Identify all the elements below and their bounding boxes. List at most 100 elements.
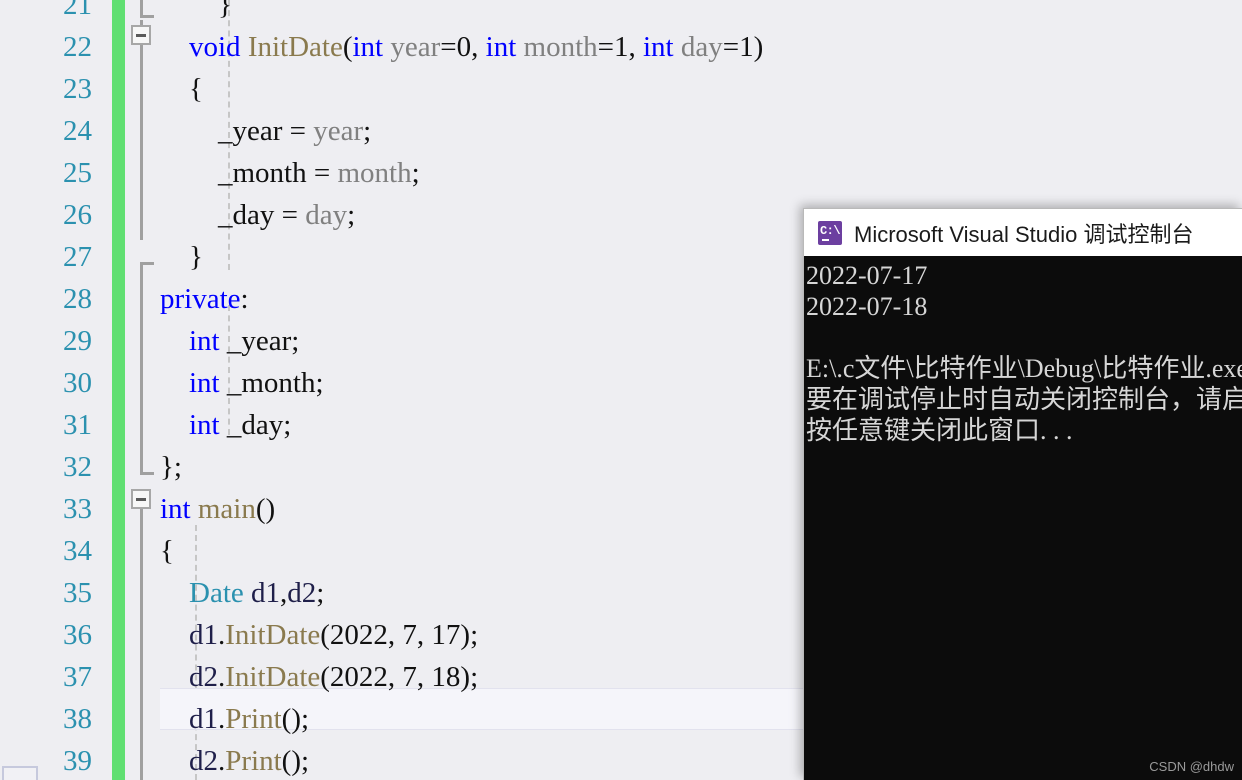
line-number: 28 [63, 283, 92, 315]
code-line[interactable]: _day = day; [160, 194, 355, 236]
outline-spine-method [140, 20, 143, 240]
code-line[interactable]: } [160, 0, 232, 26]
line-number: 31 [63, 409, 92, 441]
code-token: _year [218, 115, 283, 147]
code-token: day [305, 199, 348, 231]
console-output: 2022-07-17 2022-07-18 E:\.c文件\比特作业\Debug\… [804, 256, 1242, 780]
debug-console-window[interactable]: C:\ Microsoft Visual Studio 调试控制台 2022-0… [803, 208, 1242, 780]
line-number: 37 [63, 661, 92, 693]
collapse-toggle-line-33[interactable] [131, 489, 151, 509]
code-line[interactable]: Date d1,d2; [160, 572, 324, 614]
line-number: 30 [63, 367, 92, 399]
code-token: main [197, 493, 256, 525]
code-token: int [189, 409, 220, 441]
command-prompt-icon: C:\ [818, 220, 842, 245]
code-token: { [160, 73, 203, 105]
line-number: 38 [63, 703, 92, 735]
collapse-toggle-line-22[interactable] [131, 25, 151, 45]
console-title: Microsoft Visual Studio 调试控制台 [854, 221, 1194, 247]
code-line[interactable]: d2.Print(); [160, 740, 309, 780]
code-token: = [274, 199, 306, 231]
code-token: _year; [219, 325, 300, 357]
outline-spine-main [140, 508, 143, 780]
code-line[interactable]: { [160, 68, 203, 110]
code-token: } [160, 241, 203, 273]
code-token: } [160, 0, 232, 21]
code-token: () [255, 493, 276, 525]
code-token: month [523, 31, 598, 63]
code-token: _day; [219, 409, 292, 441]
code-line[interactable]: _year = year; [160, 110, 371, 152]
code-token: Print [225, 703, 282, 735]
code-token: _month; [219, 367, 324, 399]
code-token: = [282, 115, 314, 147]
code-line[interactable]: { [160, 530, 174, 572]
code-token: year [390, 31, 441, 63]
code-token: int [189, 367, 220, 399]
code-token: ; [316, 577, 325, 609]
code-token: =0, [440, 31, 486, 63]
code-line[interactable]: private: [160, 278, 249, 320]
code-token: int [189, 325, 220, 357]
code-token: InitDate [225, 661, 321, 693]
code-line[interactable]: int _year; [160, 320, 299, 362]
outline-tick-class-close [140, 472, 154, 475]
code-token: (); [281, 703, 310, 735]
code-line[interactable]: } [160, 236, 203, 278]
code-token: d1 [251, 577, 280, 609]
code-line[interactable]: }; [160, 446, 182, 488]
code-token: day [680, 31, 723, 63]
code-token: d1 [189, 703, 218, 735]
code-line[interactable]: d1.Print(); [160, 698, 309, 740]
console-line: 按任意键关闭此窗口. . . [806, 416, 1073, 445]
console-line: 2022-07-18 [806, 292, 928, 321]
code-line[interactable]: void InitDate(int year=0, int month=1, i… [160, 26, 763, 68]
code-token: Print [225, 745, 282, 777]
code-token: void [189, 31, 241, 63]
console-line: 2022-07-17 [806, 261, 928, 290]
code-token: d1 [189, 619, 218, 651]
code-line[interactable]: d1.InitDate(2022, 7, 17); [160, 614, 478, 656]
code-token: d2 [189, 661, 218, 693]
line-number: 27 [63, 241, 92, 273]
code-line[interactable]: _month = month; [160, 152, 420, 194]
line-number: 36 [63, 619, 92, 651]
code-line[interactable]: int _day; [160, 404, 291, 446]
code-token: (2022, 7, 17); [320, 619, 479, 651]
code-token: month [337, 157, 412, 189]
console-title-bar[interactable]: C:\ Microsoft Visual Studio 调试控制台 [804, 209, 1242, 256]
code-token: (); [281, 745, 310, 777]
code-token: _month [218, 157, 307, 189]
line-number: 34 [63, 535, 92, 567]
line-number: 26 [63, 199, 92, 231]
console-line: 要在调试停止时自动关闭控制台，请启用 [806, 385, 1242, 414]
code-token: int [643, 31, 674, 63]
code-token: int [160, 493, 191, 525]
code-line[interactable]: d2.InitDate(2022, 7, 18); [160, 656, 478, 698]
console-line: E:\.c文件\比特作业\Debug\比特作业.exe [806, 354, 1242, 383]
outline-tick-top [140, 15, 154, 18]
code-line[interactable]: int _month; [160, 362, 324, 404]
line-number: 22 [63, 31, 92, 63]
line-number: 29 [63, 325, 92, 357]
code-token: =1, [597, 31, 643, 63]
code-token: : [240, 283, 249, 315]
code-token: =1) [722, 31, 764, 63]
command-prompt-icon-glyph: C:\ [819, 223, 841, 238]
code-token: int [352, 31, 384, 63]
window-chrome-fragment [2, 766, 38, 780]
code-token: }; [160, 451, 182, 483]
code-line[interactable]: int main() [160, 488, 275, 530]
